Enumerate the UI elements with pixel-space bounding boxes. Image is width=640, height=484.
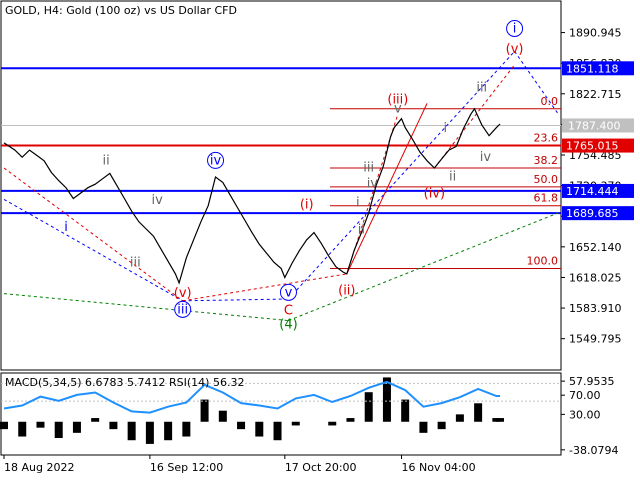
macd-bar	[346, 418, 355, 422]
fib-level-label: 61.8	[534, 192, 559, 205]
wave-label: (v)	[174, 286, 192, 301]
wave-label: iii	[177, 302, 188, 317]
y-tick-label: 1890.945	[569, 27, 622, 40]
wave-label: ii	[358, 223, 365, 238]
macd-bar	[364, 392, 373, 422]
macd-bar	[18, 421, 27, 437]
macd-bar	[127, 421, 136, 441]
wave-label: (ii)	[338, 284, 355, 299]
macd-bar	[496, 418, 504, 422]
macd-bar	[54, 421, 63, 439]
fib-level-label: 38.2	[534, 154, 559, 167]
wave-label: iv	[210, 153, 222, 168]
x-tick-label: 17 Oct 20:00	[285, 461, 357, 474]
fib-level-label: 23.6	[534, 132, 559, 145]
price-level-tag-label: 1851.118	[566, 62, 619, 75]
wave-label: i	[443, 121, 447, 136]
macd-bar	[36, 421, 45, 428]
macd-bar	[200, 399, 209, 422]
price-level-tag-label: 1714.444	[566, 185, 619, 198]
chart-window[interactable]: 0.0 23.6 38.2 50.0 61.8 100.0 i ii iii iv (v) iii iv…	[0, 0, 640, 480]
fib-level-label: 0.0	[541, 95, 559, 108]
x-tick-label: 16 Sep 12:00	[150, 461, 223, 474]
symbol-title: GOLD, H4: Gold (100 oz) vs US Dollar CFD	[5, 4, 237, 17]
wave-label: iii	[130, 256, 141, 271]
fib-level-label: 50.0	[534, 173, 559, 186]
price-level-tag-label: 1765.015	[566, 140, 619, 153]
macd-bar	[419, 421, 428, 433]
price-chart-svg[interactable]: 0.023.638.250.061.8100.0iiiiiiiv(v)iiiiv…	[0, 0, 640, 480]
wave-label: C	[284, 303, 293, 318]
macd-bar	[474, 403, 483, 422]
wave-label: iii	[363, 161, 374, 176]
macd-bar	[328, 421, 337, 426]
macd-bar	[291, 421, 300, 426]
wave-label: i	[64, 220, 68, 235]
wave-label: (iv)	[424, 187, 445, 202]
wave-label: i	[513, 22, 517, 37]
macd-bar	[437, 421, 446, 430]
wave-label: iv	[152, 193, 164, 208]
x-tick-label: 16 Nov 04:00	[402, 461, 476, 474]
fib-level-label: 100.0	[527, 255, 559, 268]
wave-label: ii	[103, 153, 110, 168]
y-tick-label: 1652.140	[569, 241, 622, 254]
macd-bar	[218, 410, 227, 422]
price-level-tag-label: 1689.685	[566, 207, 619, 220]
macd-bar	[182, 421, 191, 437]
indicator-title: MACD(5,34,5) 6.6783 5.7412 RSI(14) 56.32	[5, 376, 244, 389]
macd-bar	[72, 421, 81, 433]
wave-label: ii	[449, 170, 456, 185]
macd-bar	[109, 421, 118, 430]
wave-label: (i)	[300, 197, 314, 212]
y-tick-label: 1549.795	[569, 333, 622, 346]
wave-label: (v)	[506, 42, 524, 57]
macd-bar	[91, 418, 100, 422]
wave-label: i	[356, 196, 360, 211]
wave-label: v	[394, 101, 402, 116]
wave-label: iv	[480, 150, 492, 165]
y-tick-label: 1618.025	[569, 271, 622, 284]
chart-background	[0, 0, 640, 480]
macd-bar	[145, 421, 154, 444]
macd-bar	[255, 421, 264, 437]
wave-label: v	[285, 285, 293, 300]
macd-bar	[164, 421, 173, 441]
indicator-y-tick-label: 30.00	[569, 408, 601, 421]
y-tick-label: 1822.715	[569, 88, 622, 101]
current-price-tag-label: 1787.400	[568, 119, 621, 132]
wave-label: (4)	[279, 318, 297, 333]
macd-bar	[0, 421, 8, 430]
macd-bar	[401, 399, 410, 422]
wave-label: iii	[476, 81, 487, 96]
macd-bar	[455, 414, 464, 422]
indicator-y-tick-label: 70.00	[569, 389, 601, 402]
indicator-y-tick-label: 57.9535	[569, 375, 615, 388]
wave-label: iv	[367, 177, 379, 192]
macd-bar	[273, 421, 282, 441]
y-tick-label: 1583.910	[569, 302, 622, 315]
indicator-y-tick-label: -38.0794	[569, 444, 618, 457]
macd-bar	[237, 421, 246, 430]
x-tick-label: 18 Aug 2022	[4, 461, 74, 474]
